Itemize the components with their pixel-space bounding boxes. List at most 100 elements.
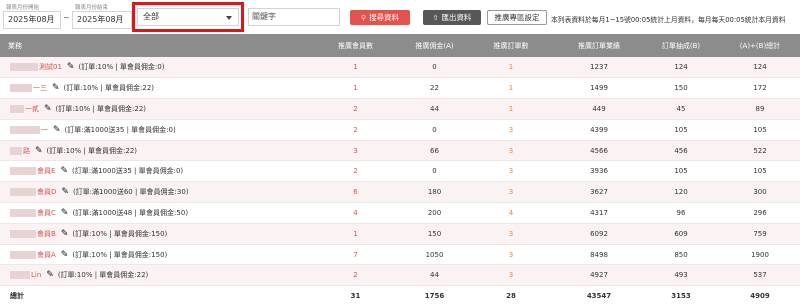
redacted-name	[10, 104, 24, 113]
member-name: 會員C	[37, 208, 56, 217]
column-header: 訂單抽成(B)	[661, 41, 701, 50]
grand-total: 522	[720, 140, 800, 162]
column-header: 推廣會員數	[338, 41, 373, 50]
pencil-icon[interactable]: ✎	[46, 270, 54, 280]
pencil-icon[interactable]: ✎	[52, 83, 60, 93]
order-count: 3	[466, 119, 556, 141]
export-button-label: 匯出資料	[441, 13, 472, 22]
end-month-input[interactable]: 2025年08月	[72, 11, 132, 29]
member-name-link[interactable]: 會員B	[10, 229, 56, 239]
commission-plan: (訂單:10% | 單會員佣金:150)	[72, 229, 168, 238]
redacted-name	[10, 125, 40, 134]
order-sales: 4927	[556, 264, 642, 287]
grand-total: 300	[720, 181, 800, 204]
member-name-link[interactable]: 會員D	[10, 187, 56, 197]
keyword-input[interactable]: 關鍵字	[248, 8, 340, 26]
grand-total: 1900	[720, 244, 800, 266]
member-name-link[interactable]: 測試01	[10, 62, 62, 72]
pencil-icon[interactable]: ✎	[61, 250, 69, 260]
member-cell: 會員D ✎ (訂單:滿1000送60 | 單會員佣金:30)	[0, 181, 308, 204]
promotion-commission: 0	[403, 160, 466, 183]
table-row: 會員E ✎ (訂單:滿1000送35 | 單會員佣金:0) 2 0 3 3936 105 105	[0, 160, 800, 183]
member-name-link[interactable]: 一三	[10, 83, 47, 93]
promotion-settings-button[interactable]: 推廣專區設定	[487, 10, 547, 25]
member-cell: 會員C ✎ (訂單:滿1000送48 | 單會員佣金:50)	[0, 202, 308, 224]
order-sales: 1237	[556, 57, 642, 79]
promotion-report-table: 業務 推廣會員數 推廣佣金(A) 推廣訂單數 推廣訂單業績 訂單抽成(B) (A…	[0, 34, 800, 306]
member-cell: 一三 ✎ (訂單:10% | 單會員佣金:22)	[0, 77, 308, 100]
pencil-icon[interactable]: ✎	[44, 104, 52, 114]
table-row: 一貳 ✎ (訂單:10% | 單會員佣金:22) 2 44 1 449 45 89	[0, 98, 800, 120]
redacted-name	[10, 63, 38, 72]
member-count: 2	[308, 98, 403, 120]
total-cut: 3153	[642, 285, 720, 306]
member-name: 測試01	[39, 63, 62, 72]
commission-plan: (訂單:10% | 單會員佣金:150)	[72, 250, 168, 259]
promotion-commission: 44	[403, 98, 466, 120]
table-row: 會員D ✎ (訂單:滿1000送60 | 單會員佣金:30) 6 180 3 3627 120…	[0, 181, 800, 204]
order-sales: 4399	[556, 119, 642, 141]
member-cell: 一 ✎ (訂單:滿1000送35 | 單會員佣金:0)	[0, 119, 308, 141]
start-month-input[interactable]: 2025年08月	[3, 11, 61, 29]
grand-total: 759	[720, 223, 800, 245]
commission-plan: (訂單:滿1000送60 | 單會員佣金:30)	[72, 188, 189, 197]
member-cell: 會員A ✎ (訂單:10% | 單會員佣金:150)	[0, 244, 308, 266]
order-cut: 124	[642, 57, 720, 79]
table-row: 一三 ✎ (訂單:10% | 單會員佣金:22) 1 22 1 1499 150 172	[0, 77, 800, 100]
order-sales: 4566	[556, 140, 642, 162]
grand-total: 124	[720, 57, 800, 79]
export-button[interactable]: ⇧ 匯出資料	[423, 10, 481, 25]
member-count: 4	[308, 202, 403, 224]
promotion-commission: 200	[403, 202, 466, 224]
member-name-link[interactable]: 會員E	[10, 166, 55, 176]
column-header: 推廣佣金(A)	[415, 41, 454, 50]
total-commission: 1756	[403, 285, 466, 306]
table-row: 路 ✎ (訂單:10% | 單會員佣金:22) 3 66 3 4566 456 522	[0, 140, 800, 162]
pencil-icon[interactable]: ✎	[60, 166, 68, 176]
totals-row: 總計 31 1756 28 43547 3153 4909	[0, 285, 800, 306]
member-count: 2	[308, 264, 403, 287]
redacted-name	[10, 250, 36, 259]
table-row: Lin ✎ (訂單:10% | 單會員佣金:22) 2 44 3 4927 493 537	[0, 264, 800, 287]
promotion-commission: 44	[403, 264, 466, 287]
promotion-commission: 150	[403, 223, 466, 245]
redacted-name	[10, 229, 36, 238]
order-count: 1	[466, 77, 556, 100]
member-name: 會員A	[37, 250, 56, 259]
pencil-icon[interactable]: ✎	[67, 62, 75, 72]
member-name-link[interactable]: 一	[10, 125, 48, 135]
redacted-name	[10, 188, 36, 197]
pencil-icon[interactable]: ✎	[61, 229, 69, 239]
member-cell: 測試01 ✎ (訂單:10% | 單會員佣金:0)	[0, 57, 308, 79]
table-row: 會員A ✎ (訂單:10% | 單會員佣金:150) 7 1050 3 8498 850 190…	[0, 244, 800, 266]
member-name-link[interactable]: 一貳	[10, 104, 39, 114]
member-name-link[interactable]: 會員C	[10, 208, 56, 218]
member-cell: 會員E ✎ (訂單:滿1000送35 | 單會員佣金:0)	[0, 160, 308, 183]
member-name: 會員D	[37, 188, 57, 197]
total-members: 31	[308, 285, 403, 306]
order-count: 3	[466, 264, 556, 287]
member-name-link[interactable]: 會員A	[10, 250, 56, 260]
commission-plan: (訂單:10% | 單會員佣金:0)	[78, 63, 165, 72]
commission-plan: (訂單:滿1000送35 | 單會員佣金:0)	[71, 167, 184, 176]
member-name-link[interactable]: Lin	[10, 271, 41, 280]
grand-total: 105	[720, 119, 800, 141]
pencil-icon[interactable]: ✎	[61, 208, 69, 218]
commission-plan: (訂單:10% | 單會員佣金:22)	[63, 84, 154, 93]
search-button[interactable]: ⚲ 搜尋資料	[350, 10, 410, 25]
redacted-name	[10, 167, 36, 176]
grand-total: 537	[720, 264, 800, 287]
pencil-icon[interactable]: ✎	[61, 187, 69, 197]
search-icon: ⚲	[360, 14, 367, 22]
order-count: 3	[466, 223, 556, 245]
order-cut: 150	[642, 77, 720, 100]
member-name: 路	[23, 146, 30, 155]
end-month-label: 報表月份結束	[75, 5, 109, 11]
pencil-icon[interactable]: ✎	[53, 125, 61, 135]
order-cut: 105	[642, 160, 720, 183]
pencil-icon[interactable]: ✎	[35, 146, 43, 156]
highlight-box	[132, 2, 244, 32]
member-name-link[interactable]: 路	[10, 146, 30, 156]
commission-plan: (訂單:滿1000送35 | 單會員佣金:0)	[64, 125, 176, 134]
order-count: 3	[466, 140, 556, 162]
